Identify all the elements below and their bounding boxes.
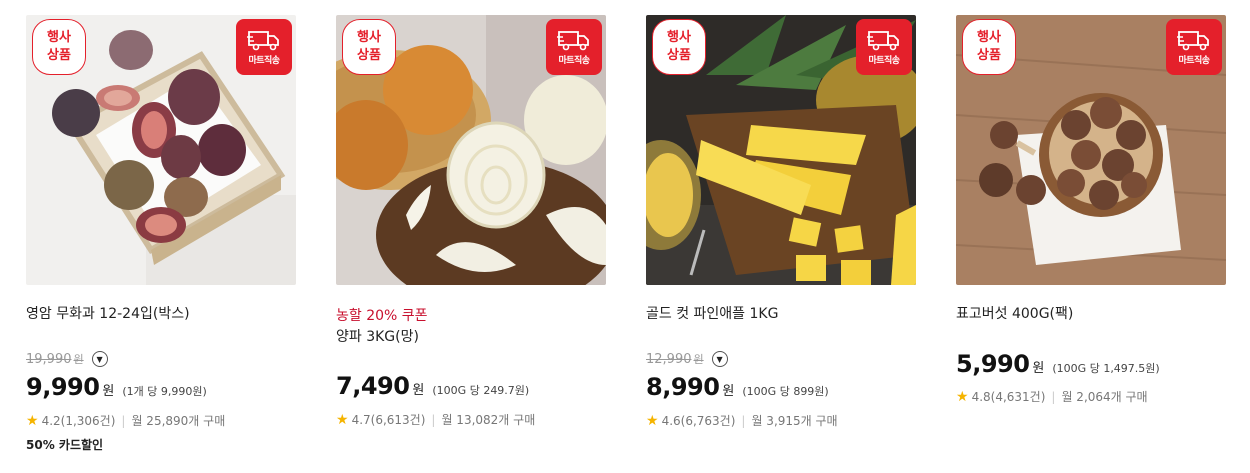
original-price: 12,990 원 xyxy=(646,351,704,367)
unit-price: (100G 당 899원) xyxy=(742,385,829,398)
price-won: 원 xyxy=(722,384,735,399)
mart-delivery-badge: 마트직송 xyxy=(1166,19,1222,75)
sale-price: 5,990 xyxy=(956,350,1030,378)
price-won: 원 xyxy=(1032,361,1045,376)
product-card-shiitake[interactable]: 행사 상품 마트직송 표고버섯 400G(팩) 5,990 원 (100G 당 … xyxy=(956,15,1226,405)
event-product-badge: 행사 상품 xyxy=(342,19,396,75)
product-title[interactable]: 표고버섯 400G(팩) xyxy=(956,303,1073,323)
rating-text: 4.8(4,631건) xyxy=(971,390,1046,404)
badge-delivery-label: 마트직송 xyxy=(558,55,590,66)
divider: | xyxy=(741,413,746,428)
event-product-badge: 행사 상품 xyxy=(32,19,86,75)
price-won: 원 xyxy=(412,383,425,398)
product-image[interactable]: 행사 상품 마트직송 xyxy=(336,15,606,285)
monthly-purchase: 월 13,082개 구매 xyxy=(441,413,536,427)
product-title[interactable]: 양파 3KG(망) xyxy=(336,326,419,346)
price-row: 7,490 원 (100G 당 249.7원) xyxy=(336,372,529,400)
rating-row: ★ 4.2(1,306건) | 월 25,890개 구매 xyxy=(26,412,225,429)
sale-price: 8,990 xyxy=(646,373,720,401)
badge-event-line2: 상품 xyxy=(977,48,1001,63)
mart-delivery-badge: 마트직송 xyxy=(546,19,602,75)
original-price-won: 원 xyxy=(693,353,704,366)
product-title[interactable]: 영암 무화과 12-24입(박스) xyxy=(26,303,190,323)
original-price: 19,990 원 xyxy=(26,351,84,367)
chevron-down-icon[interactable]: ▼ xyxy=(91,351,108,367)
divider: | xyxy=(121,413,126,428)
badge-delivery-label: 마트직송 xyxy=(868,55,900,66)
chevron-down-icon[interactable]: ▼ xyxy=(711,351,728,367)
product-title[interactable]: 골드 컷 파인애플 1KG xyxy=(646,303,778,323)
star-icon: ★ xyxy=(336,411,349,428)
rating-row: ★ 4.6(6,763건) | 월 3,915개 구매 xyxy=(646,412,838,429)
badge-event-line1: 행사 xyxy=(47,30,71,45)
badge-event-line2: 상품 xyxy=(357,48,381,63)
product-card-onion[interactable]: 행사 상품 마트직송 농할 20% 쿠폰 양파 3KG(망) 7,490 원 (… xyxy=(336,15,606,428)
divider: | xyxy=(1051,389,1056,404)
event-product-badge: 행사 상품 xyxy=(962,19,1016,75)
truck-icon xyxy=(1177,30,1209,50)
rating-text: 4.7(6,613건) xyxy=(351,413,426,427)
unit-price: (1개 당 9,990원) xyxy=(122,385,207,398)
original-price-value: 19,990 xyxy=(26,352,72,367)
badge-event-line2: 상품 xyxy=(47,48,71,63)
star-icon: ★ xyxy=(26,412,39,429)
badge-event-line1: 행사 xyxy=(977,30,1001,45)
original-price-won: 원 xyxy=(73,353,84,366)
original-price-value: 12,990 xyxy=(646,352,692,367)
product-image[interactable]: 행사 상품 마트직송 xyxy=(956,15,1226,285)
product-card-pineapple[interactable]: 행사 상품 마트직송 골드 컷 파인애플 1KG 12,990 원 ▼ 8,990… xyxy=(646,15,916,429)
mart-delivery-badge: 마트직송 xyxy=(236,19,292,75)
coupon-label: 농할 20% 쿠폰 xyxy=(336,308,428,324)
product-image[interactable]: 행사 상품 마트직송 xyxy=(26,15,296,285)
unit-price: (100G 당 249.7원) xyxy=(432,384,530,397)
truck-icon xyxy=(557,30,589,50)
rating-row: ★ 4.7(6,613건) | 월 13,082개 구매 xyxy=(336,411,535,428)
divider: | xyxy=(431,412,436,427)
rating-text: 4.6(6,763건) xyxy=(661,414,736,428)
truck-icon xyxy=(247,30,279,50)
original-price-row: 19,990 원 ▼ xyxy=(26,351,108,367)
product-card-figs[interactable]: 행사 상품 마트직송 영암 무화과 12-24입(박스) 19,990 원 ▼ 9… xyxy=(26,15,296,452)
price-won: 원 xyxy=(102,384,115,399)
truck-icon xyxy=(867,30,899,50)
star-icon: ★ xyxy=(956,388,969,405)
rating-row: ★ 4.8(4,631건) | 월 2,064개 구매 xyxy=(956,388,1148,405)
price-row: 9,990 원 (1개 당 9,990원) xyxy=(26,373,207,401)
unit-price: (100G 당 1,497.5원) xyxy=(1052,362,1160,375)
sale-price: 9,990 xyxy=(26,373,100,401)
star-icon: ★ xyxy=(646,412,659,429)
monthly-purchase: 월 3,915개 구매 xyxy=(751,414,838,428)
badge-delivery-label: 마트직송 xyxy=(1178,55,1210,66)
monthly-purchase: 월 25,890개 구매 xyxy=(131,414,226,428)
badge-delivery-label: 마트직송 xyxy=(248,55,280,66)
price-row: 5,990 원 (100G 당 1,497.5원) xyxy=(956,350,1160,378)
badge-event-line1: 행사 xyxy=(667,30,691,45)
event-product-badge: 행사 상품 xyxy=(652,19,706,75)
price-row: 8,990 원 (100G 당 899원) xyxy=(646,373,829,401)
sale-price: 7,490 xyxy=(336,372,410,400)
badge-event-line2: 상품 xyxy=(667,48,691,63)
badge-event-line1: 행사 xyxy=(357,30,381,45)
card-discount-label: 50% 카드할인 xyxy=(26,438,104,452)
original-price-row: 12,990 원 ▼ xyxy=(646,351,728,367)
mart-delivery-badge: 마트직송 xyxy=(856,19,912,75)
rating-text: 4.2(1,306건) xyxy=(41,414,116,428)
monthly-purchase: 월 2,064개 구매 xyxy=(1061,390,1148,404)
product-image[interactable]: 행사 상품 마트직송 xyxy=(646,15,916,285)
